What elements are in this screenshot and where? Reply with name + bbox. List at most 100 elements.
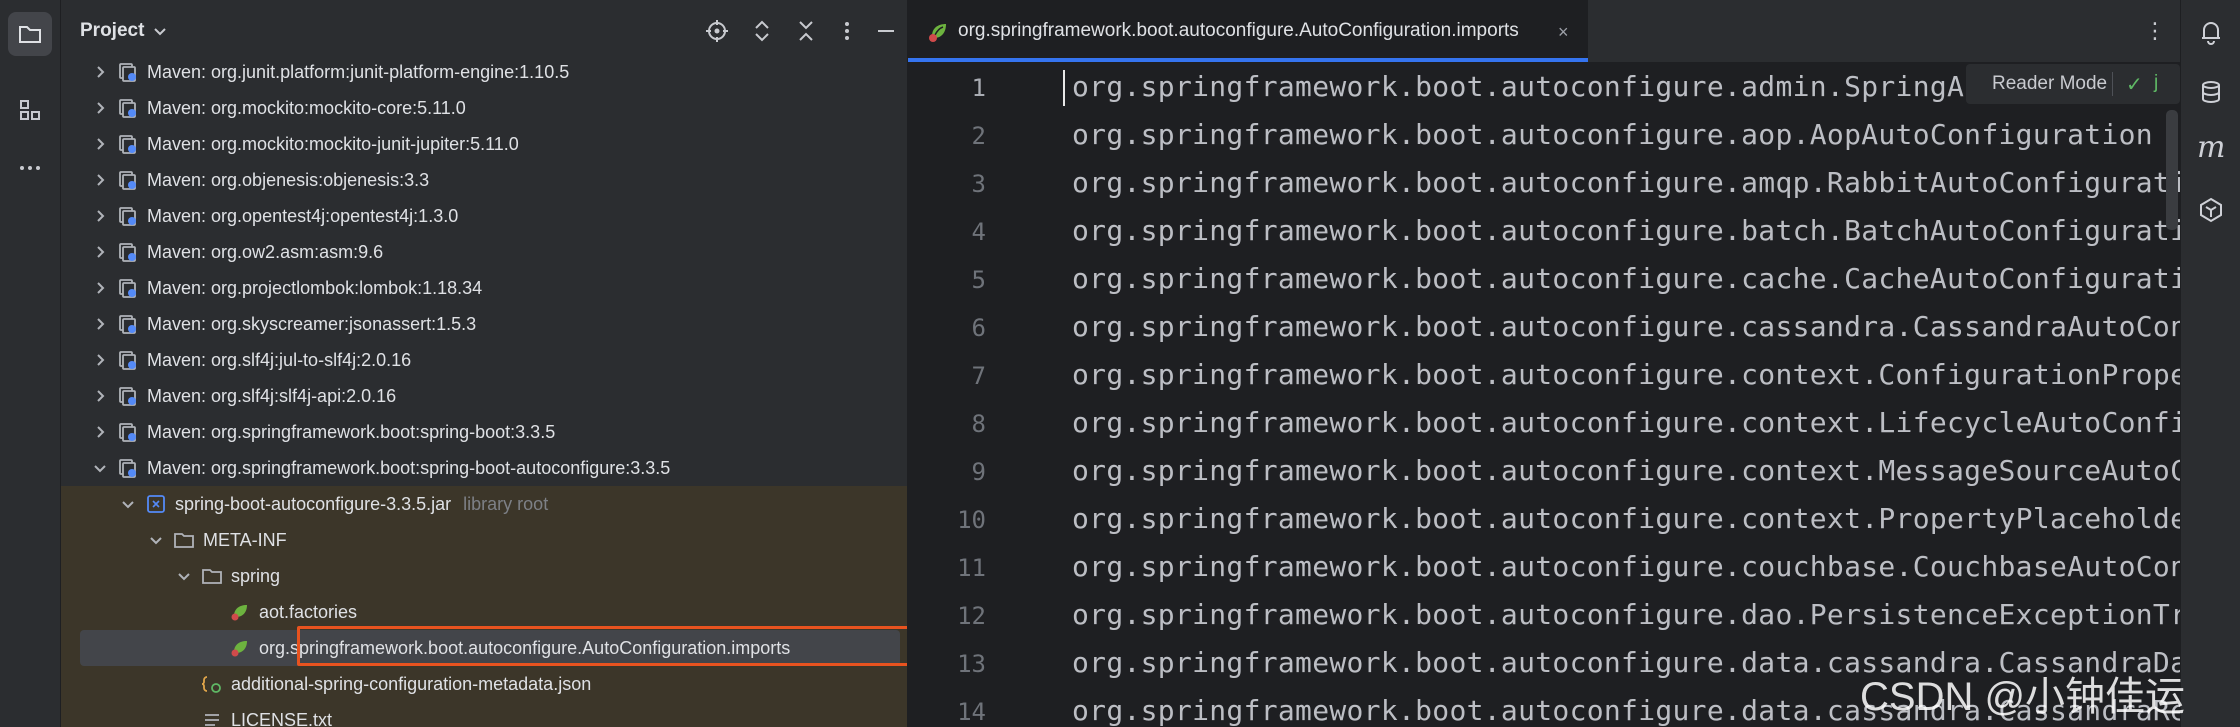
notifications-button[interactable]: [2195, 16, 2227, 48]
code-line[interactable]: org.springframework.boot.autoconfigure.a…: [1072, 118, 2153, 151]
maven-library-icon: [119, 63, 136, 82]
reader-separator: [2112, 72, 2113, 96]
tree-row[interactable]: spring-boot-autoconfigure-3.3.5.jar libra…: [61, 486, 907, 522]
bell-icon: [2202, 22, 2220, 45]
code-line[interactable]: org.springframework.boot.autoconfigure.c…: [1072, 550, 2180, 583]
chevron-right-icon[interactable]: [91, 99, 109, 117]
tree-row[interactable]: aot.factories: [61, 594, 907, 630]
line-number: 12: [957, 602, 986, 630]
chevron-down-icon[interactable]: [175, 567, 193, 585]
code-view[interactable]: org.springframework.boot.autoconfigure.a…: [1066, 62, 2180, 727]
tree-row[interactable]: spring: [61, 558, 907, 594]
tree-row[interactable]: LICENSE.txt: [61, 702, 907, 727]
chevron-down-icon[interactable]: [151, 22, 169, 40]
expand-all-icon[interactable]: [749, 18, 775, 44]
code-line[interactable]: org.springframework.boot.autoconfigure.c…: [1072, 310, 2180, 343]
tree-row-label: Maven: org.springframework.boot:spring-b…: [147, 422, 556, 442]
annotation-highlight-box: [297, 626, 907, 666]
maven-library-icon: [119, 315, 136, 334]
tree-row[interactable]: Maven: org.slf4j:jul-to-slf4j:2.0.16: [61, 342, 907, 378]
line-number-gutter: 1 2 3 4 5 6 7 8 9 10 11 12 13 14: [908, 62, 1058, 727]
chevron-right-icon[interactable]: [91, 387, 109, 405]
chevron-right-icon[interactable]: [91, 279, 109, 297]
tree-row[interactable]: Maven: org.objenesis:objenesis:3.3: [61, 162, 907, 198]
line-number: 3: [971, 170, 986, 198]
line-number: 2: [971, 122, 986, 150]
project-panel-title[interactable]: Project: [80, 20, 144, 42]
tree-row[interactable]: Maven: org.mockito:mockito-core:5.11.0: [61, 90, 907, 126]
chevron-down-icon[interactable]: [119, 495, 137, 513]
tree-row[interactable]: Maven: org.springframework.boot:spring-b…: [61, 450, 907, 486]
code-line[interactable]: org.springframework.boot.autoconfigure.a…: [1072, 166, 2180, 199]
structure-tool-button[interactable]: [8, 88, 52, 132]
tree-row-label: Maven: org.mockito:mockito-junit-jupiter…: [147, 134, 519, 154]
tree-row[interactable]: Maven: org.junit.platform:junit-platform…: [61, 54, 907, 90]
line-number: 5: [971, 266, 986, 294]
maven-library-icon: [119, 387, 136, 406]
line-number: 14: [957, 698, 986, 726]
maven-library-icon: [119, 207, 136, 226]
tree-row-label: aot.factories: [259, 602, 358, 622]
reader-mode-widget[interactable]: Reader Mode ✓ j: [1966, 64, 2180, 104]
maven-library-icon: [119, 99, 136, 118]
code-line[interactable]: org.springframework.boot.autoconfigure.b…: [1072, 214, 2180, 247]
code-line[interactable]: org.springframework.boot.autoconfigure.c…: [1072, 502, 2180, 535]
chevron-down-icon[interactable]: [147, 531, 165, 549]
text-file-icon: [205, 714, 219, 726]
tree-row[interactable]: Maven: org.springframework.boot:spring-b…: [61, 414, 907, 450]
chevron-right-icon[interactable]: [91, 243, 109, 261]
spring-file-icon: [231, 641, 247, 657]
plugin-button[interactable]: [2195, 194, 2227, 226]
editor-scrollbar[interactable]: [2166, 110, 2178, 230]
database-icon: [2202, 81, 2220, 103]
tree-row-label: Maven: org.mockito:mockito-core:5.11.0: [147, 98, 466, 118]
line-number: 8: [971, 410, 986, 438]
collapse-all-icon[interactable]: [793, 18, 819, 44]
database-button[interactable]: [2195, 76, 2227, 108]
tree-row[interactable]: Maven: org.opentest4j:opentest4j:1.3.0: [61, 198, 907, 234]
code-line[interactable]: org.springframework.boot.autoconfigure.c…: [1072, 406, 2180, 439]
close-icon[interactable]: ×: [1558, 22, 1569, 43]
code-line[interactable]: org.springframework.boot.autoconfigure.c…: [1072, 358, 2180, 391]
chevron-right-icon[interactable]: [91, 63, 109, 81]
chevron-right-icon[interactable]: [91, 351, 109, 369]
tree-row[interactable]: Maven: org.ow2.asm:asm:9.6: [61, 234, 907, 270]
chevron-down-icon[interactable]: [91, 459, 109, 477]
code-line[interactable]: org.springframework.boot.autoconfigure.c…: [1072, 454, 2180, 487]
chevron-right-icon[interactable]: [91, 207, 109, 225]
tree-row-label: META-INF: [203, 530, 287, 550]
project-tool-button[interactable]: [8, 12, 52, 56]
code-line[interactable]: org.springframework.boot.autoconfigure.a…: [1072, 70, 1981, 103]
line-number: 4: [971, 218, 986, 246]
locate-icon[interactable]: [704, 18, 730, 44]
plugin-icon: [2200, 197, 2222, 223]
reader-mode-label[interactable]: Reader Mode: [1992, 73, 2107, 95]
maven-icon[interactable]: m: [2197, 130, 2225, 165]
chevron-right-icon[interactable]: [91, 423, 109, 441]
code-line[interactable]: org.springframework.boot.autoconfigure.d…: [1072, 598, 2180, 631]
tree-row[interactable]: Maven: org.projectlombok:lombok:1.18.34: [61, 270, 907, 306]
options-vertical-icon[interactable]: [834, 18, 860, 44]
tree-row-label: spring-boot-autoconfigure-3.3.5.jar libra…: [175, 494, 549, 514]
chevron-right-icon[interactable]: [91, 135, 109, 153]
maven-library-icon: [119, 135, 136, 154]
minimize-icon[interactable]: [873, 18, 899, 44]
tree-row-label: LICENSE.txt: [231, 710, 333, 727]
tree-row[interactable]: Maven: org.mockito:mockito-junit-jupiter…: [61, 126, 907, 162]
code-line[interactable]: org.springframework.boot.autoconfigure.c…: [1072, 262, 2180, 295]
maven-library-icon: [119, 243, 136, 262]
tab-options-icon[interactable]: ⋮: [2144, 18, 2166, 44]
folder-icon: [202, 569, 222, 584]
more-tools-button[interactable]: [8, 146, 52, 190]
tree-row[interactable]: META-INF: [61, 522, 907, 558]
tree-row-label: Maven: org.projectlombok:lombok:1.18.34: [147, 278, 483, 298]
tree-row[interactable]: Maven: org.skyscreamer:jsonassert:1.5.3: [61, 306, 907, 342]
editor-tab-active[interactable]: org.springframework.boot.autoconfigure.A…: [908, 0, 1588, 62]
library-root-label: library root: [463, 494, 549, 514]
tree-row[interactable]: additional-spring-configuration-metadata…: [61, 666, 907, 702]
jar-icon: [147, 495, 165, 513]
maven-library-icon: [119, 459, 136, 478]
tree-row[interactable]: Maven: org.slf4j:slf4j-api:2.0.16: [61, 378, 907, 414]
chevron-right-icon[interactable]: [91, 171, 109, 189]
chevron-right-icon[interactable]: [91, 315, 109, 333]
